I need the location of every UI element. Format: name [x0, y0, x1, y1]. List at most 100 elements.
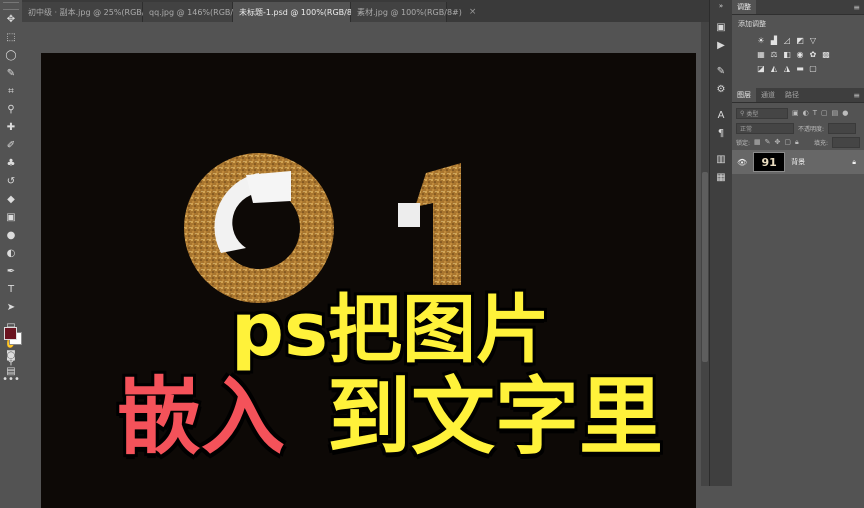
filter-smart-icon[interactable]: ▤ — [832, 109, 839, 117]
blend-row: 正常 不透明度: — [732, 121, 864, 135]
opacity-label: 不透明度: — [798, 125, 825, 133]
tools-panel: ✥ ⬚ ◯ ✎ ⌗ ⚲ ✚ ✐ ♣ ↺ ◆ ▣ ● ◐ ✒ T ➤ ▭ ✋ ⚲ … — [0, 0, 23, 486]
panel-menu-icon[interactable]: ≡ — [853, 91, 860, 100]
levels-icon[interactable]: ▟ — [769, 35, 779, 45]
swatches-icon[interactable]: ▦ — [710, 168, 732, 186]
crop-icon[interactable]: ⌗ — [3, 84, 19, 100]
pen-icon[interactable]: ✒ — [3, 264, 19, 280]
vertical-scrollbar[interactable] — [701, 22, 709, 486]
tab-channels[interactable]: 通道 — [756, 88, 780, 102]
properties-icon[interactable]: ⚙ — [710, 80, 732, 98]
foreground-color-swatch[interactable] — [4, 327, 17, 340]
threshold-icon[interactable]: ◮ — [782, 63, 792, 73]
tab-document-2[interactable]: qq.jpg @ 146%(RGB/8#) × — [143, 2, 263, 22]
actions-play-icon[interactable]: ▶ — [710, 36, 732, 54]
tab-label: 未标题-1.psd @ 100%(RGB/8#) * — [239, 7, 369, 17]
gradient-icon[interactable]: ▣ — [3, 210, 19, 226]
layer-thumbnail: 91 — [753, 152, 786, 172]
opacity-field[interactable] — [828, 122, 857, 134]
visibility-eye-icon[interactable]: 👁︎ — [737, 158, 747, 167]
collapsed-panel-strip: » ▣ ▶ ✎ ⚙ A ¶ ▥ ▦ — [709, 0, 733, 486]
blend-mode-select[interactable]: 正常 — [736, 122, 794, 134]
tab-document-4[interactable]: 素材.jpg @ 100%(RGB/8#) × — [351, 2, 476, 22]
panel-grip[interactable] — [3, 2, 19, 10]
tab-layers[interactable]: 图层 — [732, 88, 756, 102]
collapse-arrows-icon[interactable]: » — [710, 0, 732, 12]
exposure-icon[interactable]: ◩ — [795, 35, 805, 45]
history-icon[interactable]: ▣ — [710, 18, 732, 36]
healing-brush-icon[interactable]: ✚ — [3, 120, 19, 136]
adjustment-icons-row-1: ☀ ▟ ◿ ◩ ▽ — [732, 33, 864, 47]
stamp-icon[interactable]: ♣ — [3, 156, 19, 172]
invert-icon[interactable]: ◪ — [756, 63, 766, 73]
screen-mode-icon[interactable]: ▤ — [3, 364, 19, 380]
tab-paths[interactable]: 路径 — [780, 88, 804, 102]
filter-pixel-icon[interactable]: ▣ — [792, 109, 799, 117]
scrollbar-thumb[interactable] — [702, 172, 708, 362]
gradient-map-icon[interactable]: ▬ — [795, 63, 805, 73]
filter-toggle-icon[interactable]: ● — [842, 109, 848, 117]
lock-pixels-icon[interactable]: ▦ — [754, 138, 761, 146]
add-adjustment-label: 添加调整 — [738, 20, 766, 28]
marquee-icon[interactable]: ⬚ — [3, 30, 19, 46]
color-balance-icon[interactable]: ⚖ — [769, 49, 779, 59]
lasso-icon[interactable]: ◯ — [3, 48, 19, 64]
brightness-icon[interactable]: ☀ — [756, 35, 766, 45]
layer-row-background[interactable]: 👁︎ 91 背景 🔒︎ — [732, 150, 864, 174]
tab-document-3[interactable]: 未标题-1.psd @ 100%(RGB/8#) * × — [233, 2, 383, 22]
libraries-icon[interactable]: ▥ — [710, 150, 732, 168]
tab-document-1[interactable]: 初中级 · 副本.jpg @ 25%(RGB/8#) × — [22, 2, 174, 22]
eyedropper-icon[interactable]: ⚲ — [3, 102, 19, 118]
thumbnail-text: 91 — [761, 155, 777, 169]
lock-artboard-icon[interactable]: ▢ — [784, 138, 791, 146]
path-select-icon[interactable]: ➤ — [3, 300, 19, 316]
fill-field[interactable] — [832, 136, 860, 148]
workspace: ps把图片 嵌入 到文字里 — [22, 22, 701, 508]
curves-icon[interactable]: ◿ — [782, 35, 792, 45]
paragraph-icon[interactable]: ¶ — [710, 124, 732, 142]
lock-icon: 🔒︎ — [852, 157, 856, 166]
selective-color-icon[interactable]: ▢ — [808, 63, 818, 73]
filter-adjust-icon[interactable]: ◐ — [803, 109, 809, 117]
panel-menu-icon[interactable]: ≡ — [853, 3, 860, 12]
lock-position-icon[interactable]: ✥ — [775, 138, 781, 146]
document-canvas[interactable]: ps把图片 嵌入 到文字里 — [41, 53, 696, 508]
right-panels: 调整 ≡ 添加调整 ☀ ▟ ◿ ◩ ▽ ▦ ⚖ ◧ ◉ ✿ ▩ ◪ ◭ ◮ ▬ … — [732, 0, 864, 486]
lock-row: 锁定: ▦ ✎ ✥ ▢ 🔒︎ 填充: — [732, 135, 864, 149]
color-lookup-icon[interactable]: ▩ — [821, 49, 831, 59]
blur-icon[interactable]: ● — [3, 228, 19, 244]
eraser-icon[interactable]: ◆ — [3, 192, 19, 208]
search-icon: ⚲ — [740, 109, 745, 117]
close-icon[interactable]: × — [469, 7, 477, 17]
layer-name[interactable]: 背景 — [791, 157, 805, 167]
lock-paint-icon[interactable]: ✎ — [765, 138, 771, 146]
kind-label: 类型 — [746, 110, 759, 118]
layer-filter-row: ⚲ 类型 ▣ ◐ T ▢ ▤ ● — [732, 106, 864, 120]
photo-filter-icon[interactable]: ◉ — [795, 49, 805, 59]
type-icon[interactable]: T — [3, 282, 19, 298]
filter-shape-icon[interactable]: ▢ — [821, 109, 828, 117]
adjustments-tabbar: 调整 ≡ — [732, 0, 864, 15]
character-icon[interactable]: A — [710, 106, 732, 124]
black-white-icon[interactable]: ◧ — [782, 49, 792, 59]
digit-one-gold — [415, 163, 461, 285]
brush-icon[interactable]: ✐ — [3, 138, 19, 154]
adjustment-icons-row-3: ◪ ◭ ◮ ▬ ▢ — [732, 61, 864, 75]
history-brush-icon[interactable]: ↺ — [3, 174, 19, 190]
hue-saturation-icon[interactable]: ▦ — [756, 49, 766, 59]
posterize-icon[interactable]: ◭ — [769, 63, 779, 73]
layers-tabbar: 图层 通道 路径 ≡ — [732, 88, 864, 103]
move-icon[interactable]: ✥ — [3, 12, 19, 28]
tab-adjustments[interactable]: 调整 — [732, 0, 756, 14]
layer-kind-filter[interactable]: ⚲ 类型 — [736, 107, 788, 119]
vibrance-icon[interactable]: ▽ — [808, 35, 818, 45]
quick-mask-icon[interactable]: ◙ — [3, 348, 19, 364]
filter-type-icon[interactable]: T — [813, 109, 817, 117]
lock-all-icon[interactable]: 🔒︎ — [795, 138, 799, 147]
brush-settings-icon[interactable]: ✎ — [710, 62, 732, 80]
quick-select-icon[interactable]: ✎ — [3, 66, 19, 82]
dodge-icon[interactable]: ◐ — [3, 246, 19, 262]
channel-mixer-icon[interactable]: ✿ — [808, 49, 818, 59]
caption-line-2-red: 嵌入 — [117, 368, 286, 466]
blend-mode-value: 正常 — [740, 125, 753, 133]
